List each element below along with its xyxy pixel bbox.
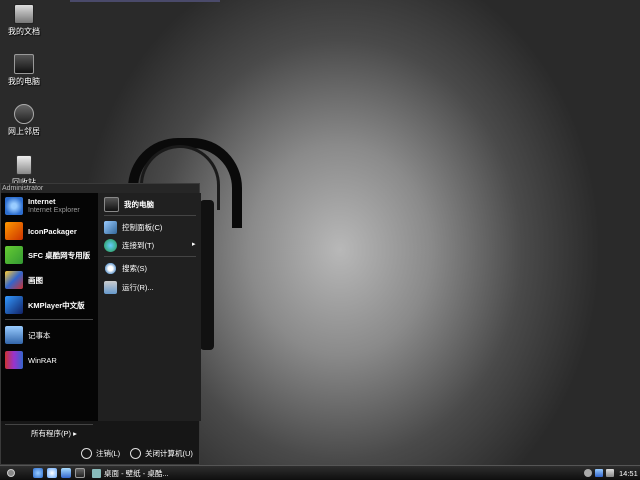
desktop-icon-network[interactable]: 网上邻居: [2, 104, 46, 137]
desktop-icon-label: 我的电脑: [8, 77, 40, 86]
all-programs-button[interactable]: 所有程序(P) ▸: [31, 428, 77, 439]
chevron-right-icon: ▸: [73, 429, 77, 438]
start-right-search[interactable]: 搜索(S): [104, 260, 147, 276]
internet-explorer-icon[interactable]: [33, 468, 43, 478]
start-item-title: WinRAR: [28, 355, 57, 365]
notepad-icon: [5, 326, 23, 344]
start-menu-places-pane: 我的电脑 控制面板(C) 连接到(T) ▸ 搜索(S) 运行(R)...: [98, 193, 201, 421]
winrar-icon: [5, 351, 23, 369]
start-item-title: 记事本: [28, 330, 51, 340]
logoff-icon: [81, 448, 92, 459]
all-programs-label: 所有程序(P): [31, 429, 71, 438]
submenu-arrow-icon: ▸: [192, 241, 196, 248]
taskbar: 桌面 - 壁纸 - 桌酷... 14:51: [0, 465, 640, 480]
start-item-iconpackager[interactable]: IconPackager: [5, 221, 77, 241]
desktop-icon-label: 我的文档: [8, 27, 40, 36]
start-item-internet[interactable]: Internet Internet Explorer: [5, 196, 80, 216]
start-right-label: 连接到(T): [122, 240, 155, 250]
start-item-title: Internet: [28, 197, 56, 206]
start-right-connect-to[interactable]: 连接到(T): [104, 237, 154, 253]
desktop-icon-label: 网上邻居: [8, 127, 40, 136]
wallpaper-cable: [200, 200, 214, 350]
start-item-notepad[interactable]: 记事本: [5, 325, 51, 345]
start-item-title: KMPlayer中文版: [28, 300, 85, 310]
documents-icon: [14, 4, 34, 24]
iconpackager-icon: [5, 222, 23, 240]
connect-icon: [104, 238, 117, 252]
start-item-subtitle: Internet Explorer: [28, 207, 80, 214]
desktop-icon-my-documents[interactable]: 我的文档: [2, 4, 46, 37]
network-icon: [14, 104, 34, 124]
start-right-label: 运行(R)...: [122, 282, 154, 292]
start-item-title: IconPackager: [28, 226, 77, 236]
start-menu-separator: [5, 424, 93, 425]
run-icon: [104, 280, 117, 294]
shutdown-button[interactable]: 关闭计算机(U): [130, 448, 193, 459]
sfc-icon: [5, 246, 23, 264]
browser-icon[interactable]: [47, 468, 57, 478]
media-icon[interactable]: [75, 468, 85, 478]
system-tray: 14:51: [584, 467, 640, 479]
volume-icon[interactable]: [606, 469, 614, 477]
start-right-control-panel[interactable]: 控制面板(C): [104, 219, 162, 235]
start-right-label: 控制面板(C): [122, 222, 163, 232]
computer-icon: [14, 54, 34, 74]
start-item-paint[interactable]: 画图: [5, 270, 43, 290]
start-right-run[interactable]: 运行(R)...: [104, 279, 154, 295]
kmplayer-icon: [5, 296, 23, 314]
recycle-bin-icon: [16, 155, 32, 175]
start-button[interactable]: [7, 469, 15, 477]
show-desktop-icon[interactable]: [61, 468, 71, 478]
start-menu-user-name: Administrator: [1, 184, 199, 193]
start-right-label: 我的电脑: [124, 199, 154, 209]
start-right-my-computer[interactable]: 我的电脑: [104, 196, 154, 212]
start-menu-programs-pane: Internet Internet Explorer IconPackager S…: [1, 193, 98, 421]
start-menu-separator: [104, 215, 196, 216]
network-tray-icon[interactable]: [595, 469, 603, 477]
logoff-label: 注销(L): [96, 449, 121, 458]
start-menu-separator: [5, 319, 93, 320]
shutdown-label: 关闭计算机(U): [145, 449, 193, 458]
tray-settings-icon[interactable]: [584, 469, 592, 477]
control-panel-icon: [104, 220, 117, 234]
start-item-kmplayer[interactable]: KMPlayer中文版: [5, 295, 85, 315]
computer-icon: [104, 196, 119, 212]
start-item-winrar[interactable]: WinRAR: [5, 350, 57, 370]
power-icon: [130, 448, 141, 459]
start-item-title: 画图: [28, 275, 43, 285]
search-icon: [104, 261, 117, 275]
top-window-edge: [70, 0, 220, 2]
internet-explorer-icon: [5, 197, 23, 215]
window-icon: [92, 468, 101, 478]
start-right-label: 搜索(S): [122, 263, 147, 273]
start-item-title: SFC 桌酷网专用版: [28, 250, 91, 260]
paint-icon: [5, 271, 23, 289]
start-menu: Administrator Internet Internet Explorer …: [0, 183, 201, 465]
taskbar-window-label: 桌面 - 壁纸 - 桌酷...: [104, 468, 169, 478]
start-item-sfc[interactable]: SFC 桌酷网专用版: [5, 245, 90, 265]
start-menu-separator: [104, 256, 196, 257]
taskbar-window-button[interactable]: 桌面 - 壁纸 - 桌酷...: [92, 467, 184, 479]
clock[interactable]: 14:51: [619, 469, 638, 478]
logoff-button[interactable]: 注销(L): [81, 448, 120, 459]
desktop-icon-my-computer[interactable]: 我的电脑: [2, 54, 46, 87]
